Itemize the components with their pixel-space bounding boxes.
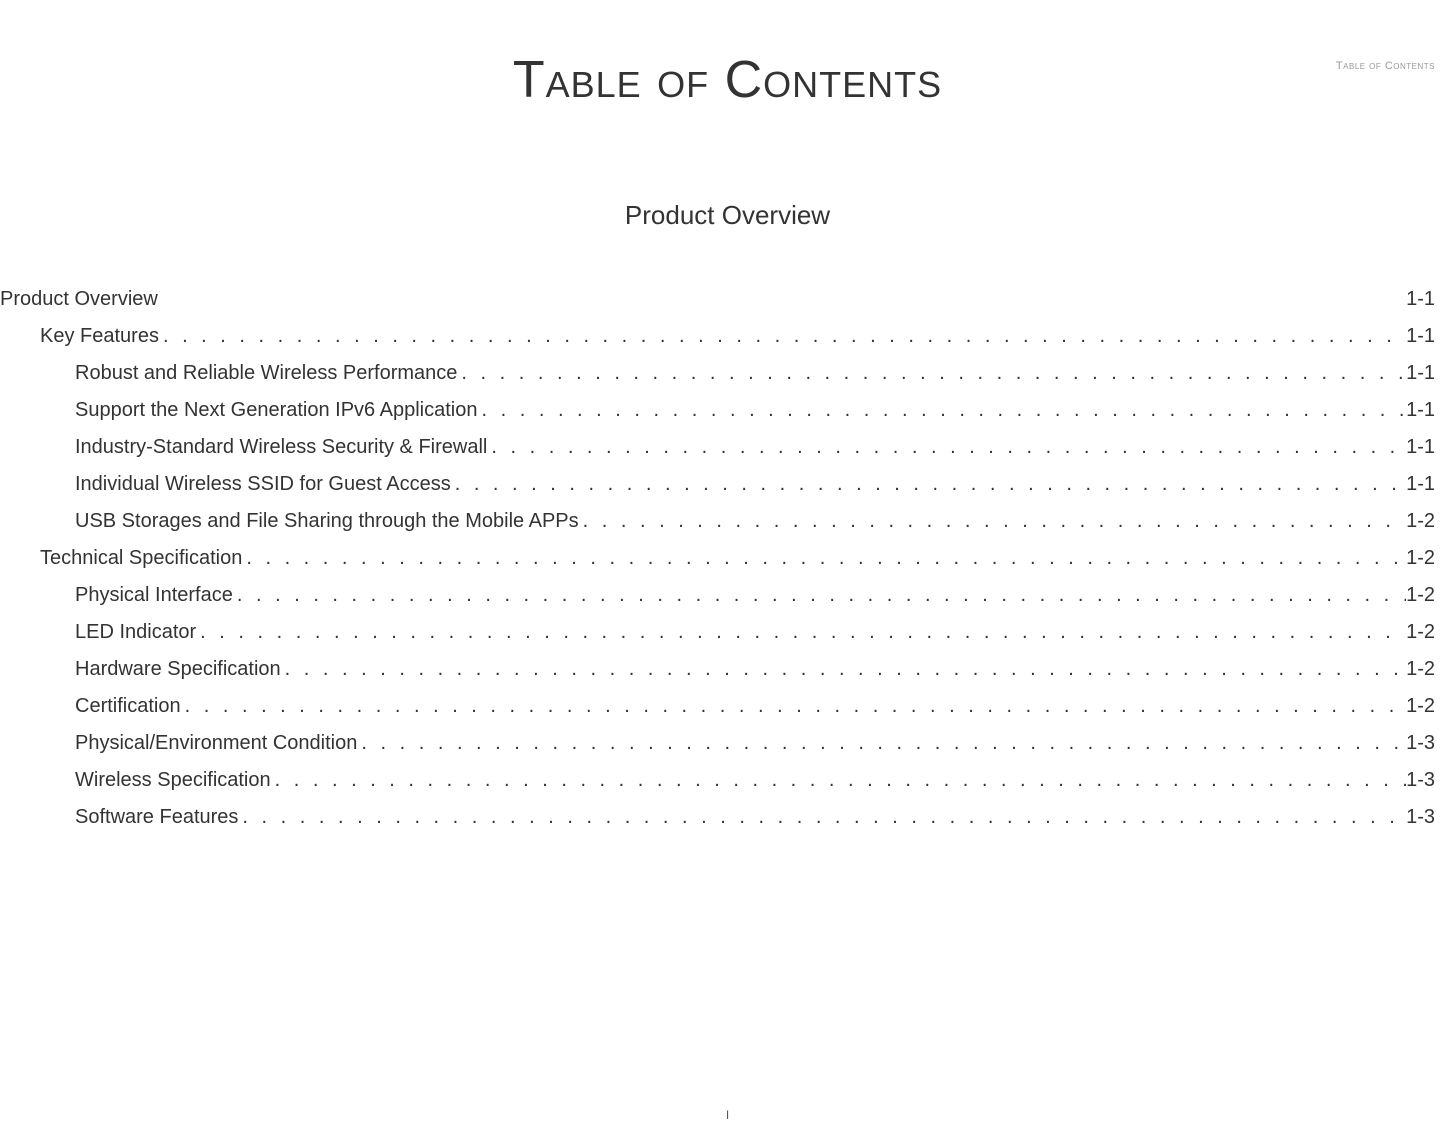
- toc-entry-page: 1-1: [1406, 281, 1435, 318]
- toc-entry-label: Wireless Specification: [75, 762, 271, 799]
- toc-entry-label: Software Features: [75, 799, 238, 836]
- toc-entry[interactable]: Support the Next Generation IPv6 Applica…: [0, 392, 1455, 429]
- toc-entry[interactable]: USB Storages and File Sharing through th…: [0, 503, 1455, 540]
- toc-entry-label: USB Storages and File Sharing through th…: [75, 503, 579, 540]
- toc-leader: . . . . . . . . . . . . . . . . . . . . …: [238, 799, 1406, 836]
- toc-entry-page: 1-1: [1406, 318, 1435, 355]
- toc-entry[interactable]: Technical Specification . . . . . . . . …: [0, 540, 1455, 577]
- toc-leader: . . . . . . . . . . . . . . . . . . . . …: [196, 614, 1406, 651]
- toc-entry[interactable]: Key Features . . . . . . . . . . . . . .…: [0, 318, 1455, 355]
- toc-entry[interactable]: LED Indicator . . . . . . . . . . . . . …: [0, 614, 1455, 651]
- toc-leader: . . . . . . . . . . . . . . . . . . . . …: [159, 318, 1406, 355]
- toc-leader: . . . . . . . . . . . . . . . . . . . . …: [181, 688, 1406, 725]
- toc-leader: . . . . . . . . . . . . . . . . . . . . …: [477, 392, 1406, 429]
- toc-entry-page: 1-2: [1406, 614, 1435, 651]
- toc-entry-label: Hardware Specification: [75, 651, 281, 688]
- section-title: Product Overview: [0, 200, 1455, 231]
- toc-entry-label: Physical Interface: [75, 577, 233, 614]
- toc-entry-label: Physical/Environment Condition: [75, 725, 357, 762]
- toc-leader: . . . . . . . . . . . . . . . . . . . . …: [457, 355, 1406, 392]
- toc-entry-page: 1-1: [1406, 392, 1435, 429]
- toc-entry-page: 1-3: [1406, 799, 1435, 836]
- toc-entry-page: 1-2: [1406, 577, 1435, 614]
- toc-leader: [158, 281, 1406, 318]
- toc-entry[interactable]: Wireless Specification . . . . . . . . .…: [0, 762, 1455, 799]
- toc-entry[interactable]: Hardware Specification . . . . . . . . .…: [0, 651, 1455, 688]
- toc-entry-label: Certification: [75, 688, 181, 725]
- toc-leader: . . . . . . . . . . . . . . . . . . . . …: [271, 762, 1406, 799]
- toc-entry-label: Product Overview: [0, 281, 158, 318]
- toc-entry-page: 1-2: [1406, 651, 1435, 688]
- toc-entry-label: Individual Wireless SSID for Guest Acces…: [75, 466, 451, 503]
- toc-entry-page: 1-1: [1406, 466, 1435, 503]
- toc-entry-label: Key Features: [40, 318, 159, 355]
- toc-leader: . . . . . . . . . . . . . . . . . . . . …: [281, 651, 1406, 688]
- toc-entry-page: 1-2: [1406, 540, 1435, 577]
- toc-list: Product Overview 1-1Key Features . . . .…: [0, 281, 1455, 836]
- toc-entry[interactable]: Physical/Environment Condition . . . . .…: [0, 725, 1455, 762]
- page-title: Table of Contents: [0, 50, 1455, 110]
- toc-entry-page: 1-2: [1406, 503, 1435, 540]
- toc-entry[interactable]: Product Overview 1-1: [0, 281, 1455, 318]
- toc-leader: . . . . . . . . . . . . . . . . . . . . …: [357, 725, 1406, 762]
- toc-entry[interactable]: Robust and Reliable Wireless Performance…: [0, 355, 1455, 392]
- toc-entry-page: 1-1: [1406, 355, 1435, 392]
- toc-entry[interactable]: Physical Interface . . . . . . . . . . .…: [0, 577, 1455, 614]
- toc-entry-label: Robust and Reliable Wireless Performance: [75, 355, 457, 392]
- toc-entry-page: 1-3: [1406, 725, 1435, 762]
- toc-entry-label: Support the Next Generation IPv6 Applica…: [75, 392, 477, 429]
- toc-entry-page: 1-1: [1406, 429, 1435, 466]
- toc-entry[interactable]: Software Features . . . . . . . . . . . …: [0, 799, 1455, 836]
- toc-leader: . . . . . . . . . . . . . . . . . . . . …: [487, 429, 1406, 466]
- toc-entry[interactable]: Certification . . . . . . . . . . . . . …: [0, 688, 1455, 725]
- running-head: Table of Contents: [1336, 60, 1435, 72]
- toc-entry-page: 1-2: [1406, 688, 1435, 725]
- toc-entry[interactable]: Industry-Standard Wireless Security & Fi…: [0, 429, 1455, 466]
- toc-entry-label: LED Indicator: [75, 614, 196, 651]
- toc-leader: . . . . . . . . . . . . . . . . . . . . …: [233, 577, 1406, 614]
- toc-leader: . . . . . . . . . . . . . . . . . . . . …: [451, 466, 1406, 503]
- toc-leader: . . . . . . . . . . . . . . . . . . . . …: [242, 540, 1406, 577]
- toc-entry-label: Industry-Standard Wireless Security & Fi…: [75, 429, 487, 466]
- toc-leader: . . . . . . . . . . . . . . . . . . . . …: [579, 503, 1406, 540]
- toc-entry-page: 1-3: [1406, 762, 1435, 799]
- toc-entry[interactable]: Individual Wireless SSID for Guest Acces…: [0, 466, 1455, 503]
- toc-entry-label: Technical Specification: [40, 540, 242, 577]
- page-footer-marker: I: [726, 1108, 729, 1122]
